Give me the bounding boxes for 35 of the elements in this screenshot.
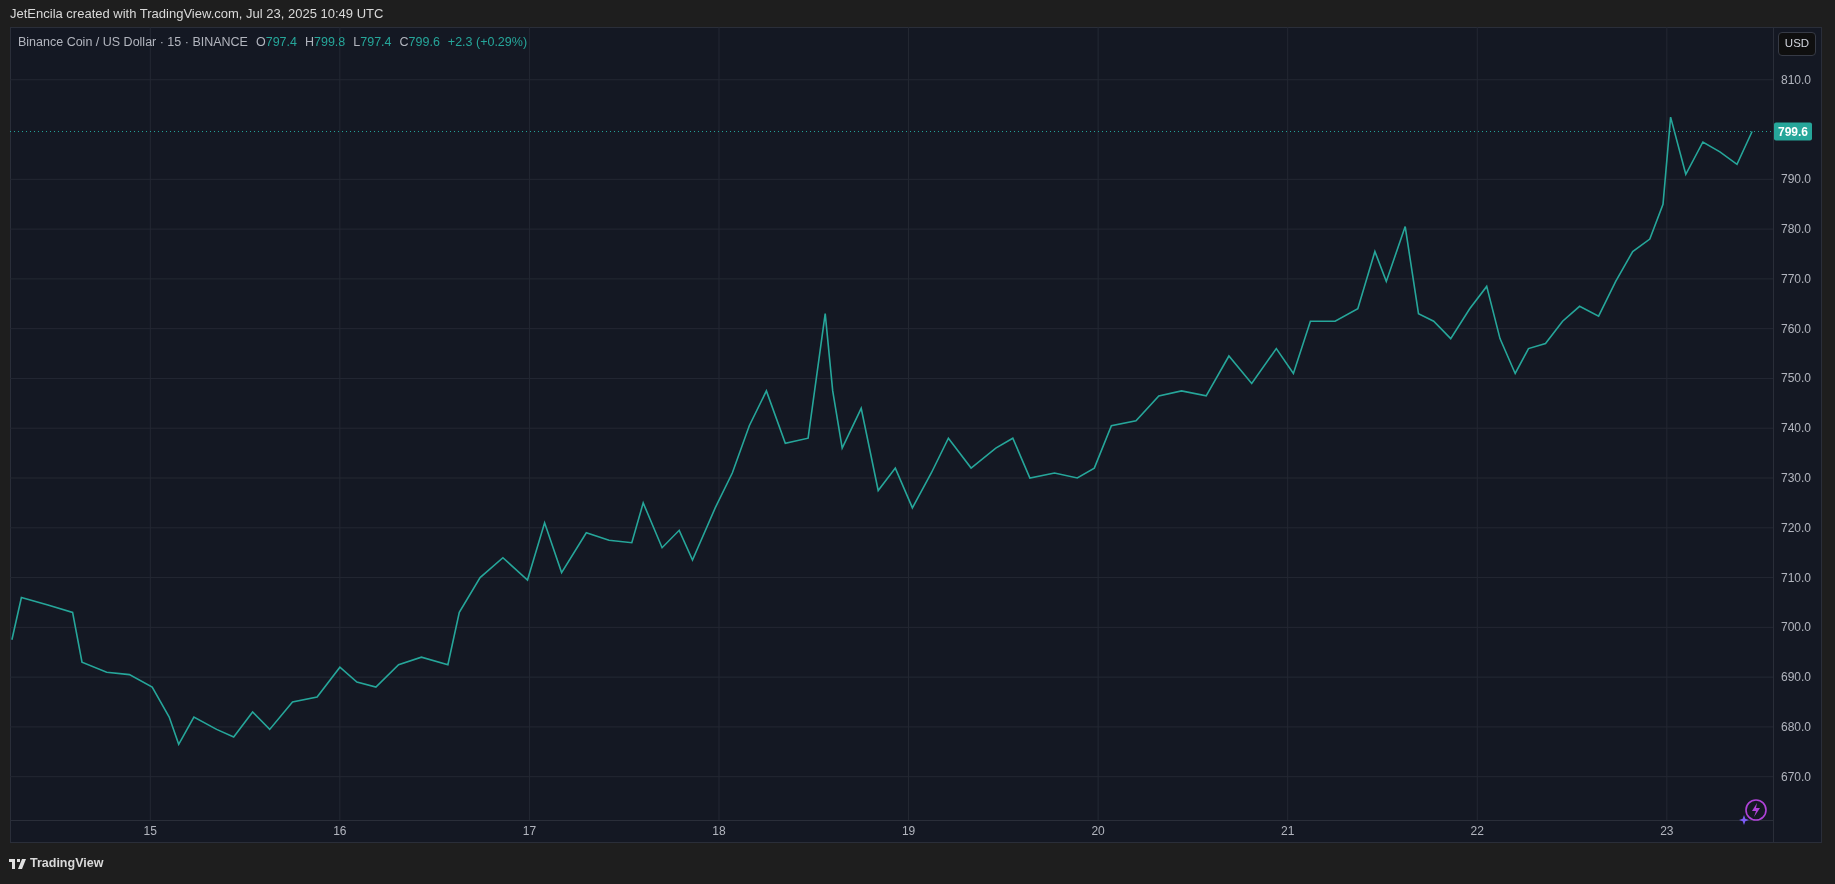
price-axis-label: 670.0 [1781, 769, 1812, 784]
ohlc-value: H799.8 [304, 34, 346, 51]
ohlc-value: L797.4 [353, 34, 392, 51]
time-axis-label: 19 [901, 824, 916, 838]
price-axis-label: 700.0 [1781, 620, 1812, 635]
symbol-text: Binance Coin / US Dollar · 15 · BINANCE [18, 34, 248, 51]
lightning-icon[interactable] [1738, 797, 1768, 827]
price-axis-label: 720.0 [1781, 520, 1812, 535]
brand-text: TradingView [30, 855, 104, 873]
change-text: +2.3 (+0.29%) [447, 34, 528, 51]
time-axis-label: 15 [143, 824, 157, 838]
time-axis-label: 18 [712, 824, 726, 838]
price-axis-label: 680.0 [1781, 719, 1812, 734]
price-axis-label: 710.0 [1781, 570, 1812, 585]
price-axis-label: 730.0 [1781, 471, 1812, 485]
last-price-tag: 799.6 [1774, 122, 1812, 141]
time-axis-label: 22 [1470, 824, 1484, 838]
logo-icon [9, 858, 26, 869]
price-axis-label: 790.0 [1781, 172, 1812, 187]
time-axis-label: 17 [522, 824, 537, 838]
ohlc-value: C799.6 [399, 34, 440, 51]
price-axis-label: 760.0 [1781, 321, 1812, 336]
price-axis-label: 750.0 [1781, 371, 1812, 386]
price-axis-label: 770.0 [1781, 271, 1812, 286]
price-axis-label: 780.0 [1781, 222, 1812, 237]
time-axis-label: 16 [333, 824, 347, 838]
currency-button[interactable]: USD [1778, 32, 1816, 56]
time-axis-label: 21 [1281, 824, 1295, 838]
price-axis-label: 810.0 [1781, 72, 1812, 87]
time-axis-label: 23 [1660, 824, 1674, 838]
price-axis-label: 740.0 [1781, 421, 1812, 436]
attribution-text: JetEncila created with TradingView.com, Jul 23, 2025 10:49 UTC [10, 4, 384, 23]
price-axis-label: 690.0 [1781, 670, 1812, 685]
time-axis-label: 20 [1091, 824, 1105, 838]
ohlc-value: O797.4 [255, 34, 297, 51]
